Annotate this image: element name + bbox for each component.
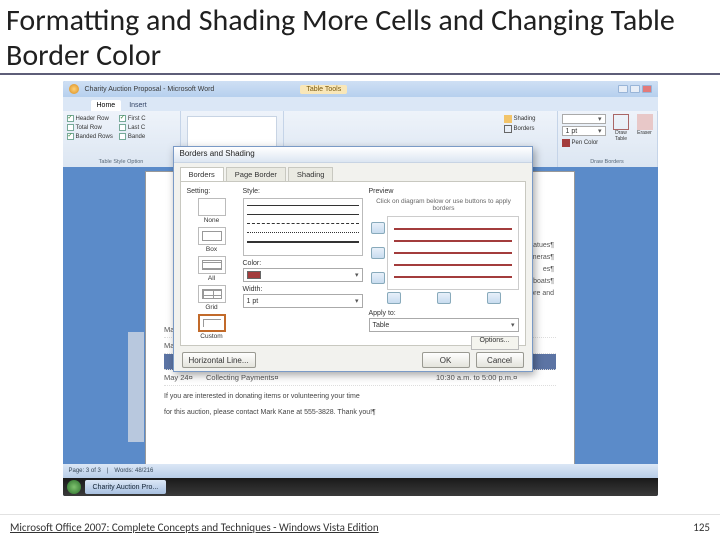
pen-color-icon[interactable]: [562, 139, 570, 147]
dialog-footer: Horizontal Line... OK Cancel: [174, 352, 532, 374]
tab-home[interactable]: Home: [91, 100, 122, 111]
banded-rows-checkbox[interactable]: [67, 133, 74, 140]
draw-table-icon[interactable]: [613, 114, 629, 130]
tab-borders[interactable]: Borders: [180, 167, 224, 181]
eraser-icon[interactable]: [637, 114, 653, 130]
setting-none[interactable]: None: [187, 198, 237, 224]
pen-size-combo[interactable]: 1 pt: [562, 126, 606, 136]
table-style-options-group: Header Row Total Row Banded Rows First C…: [63, 111, 181, 167]
setting-box[interactable]: Box: [187, 227, 237, 253]
edge-bottom-button[interactable]: [371, 272, 385, 284]
pen-size-value: 1 pt: [566, 128, 578, 135]
close-button[interactable]: [642, 85, 652, 93]
shading-label: Shading: [514, 116, 536, 122]
pen-style-combo[interactable]: [562, 114, 606, 124]
word-window: Charity Auction Proposal - Microsoft Wor…: [63, 81, 658, 496]
style-column: Style: Color: Width: 1 pt: [243, 188, 363, 339]
first-col-checkbox[interactable]: [119, 115, 126, 122]
width-label: Width:: [243, 286, 363, 293]
total-row-label: Total Row: [76, 125, 102, 131]
borders-icon[interactable]: [504, 125, 512, 133]
setting-label: Setting:: [187, 188, 237, 195]
preview-diagram[interactable]: [387, 216, 519, 290]
draw-table-label: Draw Table: [610, 130, 633, 142]
table-style-options-label: Table Style Option: [67, 159, 176, 165]
header-row-label: Header Row: [76, 116, 109, 122]
preview-hint: Click on diagram below or use buttons to…: [369, 198, 519, 212]
edge-top-button[interactable]: [371, 222, 385, 234]
setting-grid[interactable]: Grid: [187, 285, 237, 311]
apply-to-value: Table: [373, 322, 390, 329]
color-combo[interactable]: [243, 268, 363, 282]
window-title: Charity Auction Proposal - Microsoft Wor…: [85, 86, 215, 93]
apply-to-label: Apply to:: [369, 310, 519, 317]
row-header-vertical: [128, 332, 144, 442]
setting-custom[interactable]: Custom: [187, 314, 237, 340]
status-page: Page: 3 of 3: [69, 468, 101, 474]
borders-shading-dialog: Borders and Shading Borders Page Border …: [173, 146, 533, 372]
options-button[interactable]: Options...: [471, 336, 519, 350]
status-words: Words: 48/216: [114, 468, 153, 474]
draw-borders-group: 1 pt Pen Color Draw Table Eraser Draw Bo…: [558, 111, 658, 167]
preview-label: Preview: [369, 188, 519, 195]
draw-borders-label: Draw Borders: [562, 159, 653, 165]
context-tab-group: Table Tools: [300, 85, 347, 94]
last-col-label: Last C: [128, 125, 145, 131]
taskbar-item[interactable]: Charity Auction Pro...: [85, 480, 167, 494]
shading-icon[interactable]: [504, 115, 512, 123]
dialog-body: Setting: None Box All Grid Custom Style:…: [180, 181, 526, 346]
pen-color-label: Pen Color: [572, 140, 599, 146]
eraser-label: Eraser: [637, 130, 653, 136]
edge-right-button[interactable]: [487, 292, 501, 304]
doc-paragraph: for this auction, please contact Mark Ka…: [164, 408, 556, 418]
taskbar: Charity Auction Pro...: [63, 478, 658, 496]
slide-title: Formatting and Shading More Cells and Ch…: [0, 0, 720, 75]
doc-paragraph: If you are interested in donating items …: [164, 392, 556, 402]
apply-to-combo[interactable]: Table: [369, 318, 519, 332]
titlebar: Charity Auction Proposal - Microsoft Wor…: [63, 81, 658, 97]
page-number: 125: [693, 521, 710, 534]
ribbon-tabs: Home Insert: [63, 97, 658, 111]
minimize-button[interactable]: [618, 85, 628, 93]
dialog-title: Borders and Shading: [174, 147, 532, 163]
ok-button[interactable]: OK: [422, 352, 470, 368]
cancel-button[interactable]: Cancel: [476, 352, 524, 368]
banded-cols-label: Bande: [128, 134, 145, 140]
style-list[interactable]: [243, 198, 363, 256]
edge-hmiddle-button[interactable]: [371, 247, 385, 259]
total-row-checkbox[interactable]: [67, 124, 74, 131]
footer-text: Microsoft Office 2007: Complete Concepts…: [10, 521, 379, 534]
tab-page-border[interactable]: Page Border: [226, 167, 286, 181]
header-row-checkbox[interactable]: [67, 115, 74, 122]
width-combo[interactable]: 1 pt: [243, 294, 363, 308]
first-col-label: First C: [128, 116, 146, 122]
edge-vmiddle-button[interactable]: [437, 292, 451, 304]
setting-column: Setting: None Box All Grid Custom: [187, 188, 237, 339]
start-button[interactable]: [67, 480, 81, 494]
preview-column: Preview Click on diagram below or use bu…: [369, 188, 519, 339]
preview-box: [369, 216, 519, 290]
dialog-tabs: Borders Page Border Shading: [174, 163, 532, 181]
slide-footer: Microsoft Office 2007: Complete Concepts…: [0, 514, 720, 540]
tab-insert[interactable]: Insert: [123, 100, 153, 111]
edge-left-button[interactable]: [387, 292, 401, 304]
banded-cols-checkbox[interactable]: [119, 133, 126, 140]
color-label: Color:: [243, 260, 363, 267]
last-col-checkbox[interactable]: [119, 124, 126, 131]
maximize-button[interactable]: [630, 85, 640, 93]
horizontal-line-button[interactable]: Horizontal Line...: [182, 352, 256, 368]
style-label: Style:: [243, 188, 363, 195]
office-button-icon[interactable]: [69, 84, 79, 94]
width-value: 1 pt: [247, 298, 259, 305]
color-swatch: [247, 271, 261, 279]
tab-shading[interactable]: Shading: [288, 167, 334, 181]
banded-rows-label: Banded Rows: [76, 134, 113, 140]
borders-label: Borders: [514, 126, 535, 132]
setting-all[interactable]: All: [187, 256, 237, 282]
statusbar: Page: 3 of 3 | Words: 48/216: [63, 464, 658, 478]
